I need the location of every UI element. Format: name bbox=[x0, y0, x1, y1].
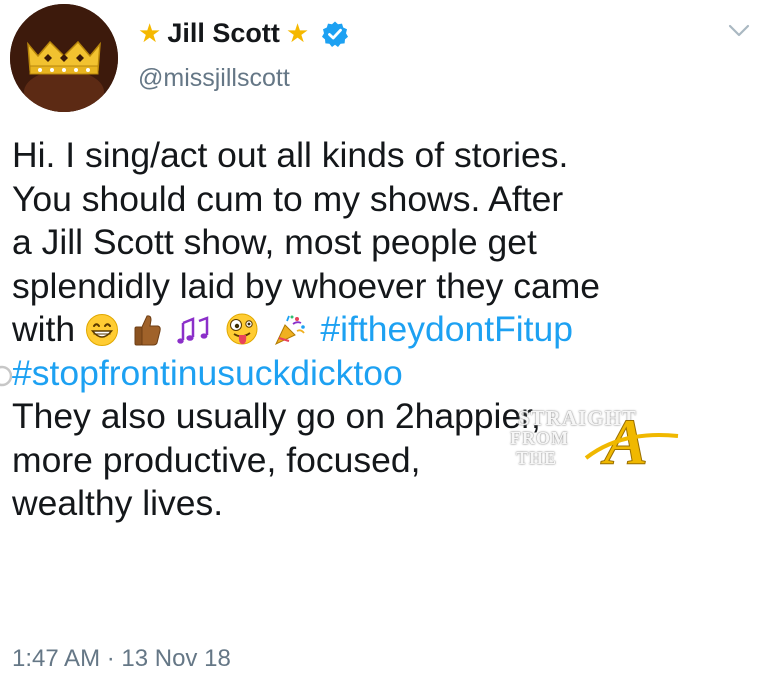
edge-ring-icon bbox=[0, 365, 12, 387]
avatar[interactable] bbox=[10, 4, 118, 112]
watermark-letter: A bbox=[600, 406, 648, 479]
zany-face-icon bbox=[226, 313, 258, 345]
thumbs-up-icon bbox=[134, 315, 161, 346]
tweet-line: a Jill Scott show, most people get bbox=[12, 222, 537, 262]
tweet-line: Hi. I sing/act out all kinds of stories. bbox=[12, 135, 569, 175]
tweet-text-fragment: with bbox=[12, 309, 76, 349]
watermark: STRAIGHT FROM THE A bbox=[488, 400, 688, 490]
tweet-line: #stopfrontinusuckdicktoo bbox=[12, 352, 752, 396]
author-handle[interactable]: @missjillscott bbox=[138, 64, 290, 93]
star-icon: ★ bbox=[138, 18, 162, 48]
watermark-text: FROM bbox=[510, 428, 569, 448]
party-popper-icon bbox=[274, 315, 305, 346]
chevron-down-icon[interactable] bbox=[728, 24, 750, 38]
tweet-timestamp[interactable]: 1:47 AM · 13 Nov 18 bbox=[12, 645, 231, 673]
tweet-line-emojis: with #iftheydontFitup bbox=[12, 308, 752, 352]
crown-icon bbox=[10, 4, 118, 112]
hashtag-link[interactable]: #iftheydontFitup bbox=[320, 309, 573, 349]
grinning-face-icon bbox=[86, 314, 119, 346]
author-name-row[interactable]: ★ Jill Scott ★ bbox=[138, 18, 349, 49]
star-icon: ★ bbox=[285, 18, 310, 48]
tweet-line: You should cum to my shows. After bbox=[12, 178, 564, 219]
musical-notes-icon bbox=[177, 316, 209, 344]
verified-badge-icon bbox=[322, 21, 349, 47]
watermark-letter-icon: A bbox=[584, 406, 679, 480]
watermark-text: THE bbox=[516, 448, 558, 468]
hashtag-link[interactable]: #stopfrontinusuckdicktoo bbox=[12, 353, 403, 393]
display-name[interactable]: Jill Scott bbox=[167, 18, 280, 49]
tweet-line: splendidly laid by whoever they came bbox=[12, 265, 601, 306]
